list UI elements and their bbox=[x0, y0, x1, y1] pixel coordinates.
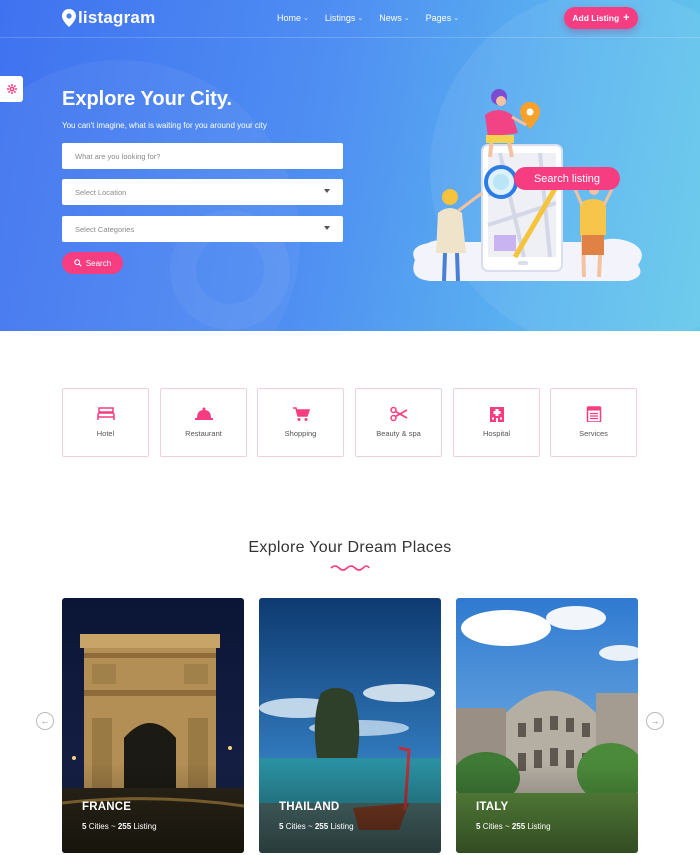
category-label: Restaurant bbox=[185, 429, 222, 438]
cloche-icon bbox=[194, 407, 213, 420]
main-menu: Home ⌄ Listings ⌄ News ⌄ Pages ⌄ bbox=[277, 13, 475, 23]
listings-label: Listing bbox=[527, 822, 551, 831]
cities-count: 5 bbox=[279, 822, 284, 831]
cities-label: Cities bbox=[285, 822, 306, 831]
place-card-thailand[interactable]: THAILAND 5 Cities ~ 255 Listing bbox=[259, 598, 441, 853]
wave-divider-icon bbox=[330, 565, 370, 571]
dropdown-arrow-icon bbox=[324, 189, 330, 193]
cities-count: 5 bbox=[82, 822, 87, 831]
search-icon bbox=[74, 259, 82, 267]
listings-label: Listing bbox=[133, 822, 157, 831]
plus-icon: + bbox=[623, 12, 630, 24]
cities-label: Cities bbox=[88, 822, 109, 831]
menu-item-label: Home bbox=[277, 13, 302, 23]
settings-toggle[interactable] bbox=[0, 76, 23, 102]
cart-icon bbox=[292, 407, 310, 421]
logo[interactable]: listagram bbox=[62, 8, 155, 28]
category-label: Beauty & spa bbox=[376, 429, 421, 438]
place-meta: 5 Cities ~ 255 Listing bbox=[476, 822, 551, 831]
gear-icon bbox=[6, 84, 17, 94]
hero-title: Explore Your City. bbox=[62, 88, 233, 110]
place-name: THAILAND bbox=[279, 801, 340, 813]
scissors-icon bbox=[389, 406, 407, 422]
menu-item-label: Pages bbox=[425, 13, 452, 23]
map-pin-icon bbox=[62, 9, 76, 27]
category-label: Services bbox=[579, 429, 608, 438]
carousel-prev-button[interactable]: ← bbox=[36, 712, 54, 730]
listings-count: 255 bbox=[314, 822, 329, 831]
add-listing-label: Add Listing bbox=[572, 13, 620, 23]
category-label: Hospital bbox=[482, 429, 511, 438]
bed-icon bbox=[96, 407, 115, 420]
search-button-label: Search bbox=[85, 258, 112, 268]
search-input-placeholder: What are you looking for? bbox=[75, 151, 161, 161]
dropdown-arrow-icon bbox=[324, 226, 330, 230]
location-select[interactable]: Select Location bbox=[62, 179, 343, 205]
clipboard-icon bbox=[586, 406, 601, 422]
hospital-icon bbox=[489, 407, 504, 422]
search-listing-badge: Search listing bbox=[514, 167, 620, 190]
separator: ~ bbox=[110, 822, 116, 831]
menu-item-pages[interactable]: Pages ⌄ bbox=[426, 13, 459, 23]
menu-item-listings[interactable]: Listings ⌄ bbox=[325, 13, 363, 23]
category-label: Shopping bbox=[284, 429, 317, 438]
menu-item-news[interactable]: News ⌄ bbox=[379, 13, 409, 23]
chevron-down-icon: ⌄ bbox=[403, 15, 410, 22]
hero-section: listagram Home ⌄ Listings ⌄ News ⌄ Pages ⌄ A… bbox=[0, 0, 700, 331]
search-button[interactable]: Search bbox=[62, 252, 123, 274]
cities-label: Cities bbox=[482, 822, 503, 831]
search-input[interactable]: What are you looking for? bbox=[62, 143, 343, 169]
listings-count: 255 bbox=[511, 822, 526, 831]
category-services[interactable]: Services bbox=[550, 388, 637, 457]
place-meta: 5 Cities ~ 255 Listing bbox=[82, 822, 157, 831]
menu-item-label: Listings bbox=[324, 13, 356, 23]
separator: ~ bbox=[504, 822, 510, 831]
hero-subtitle: You can't imagine, what is waiting for y… bbox=[62, 121, 267, 130]
place-card-italy[interactable]: ITALY 5 Cities ~ 255 Listing bbox=[456, 598, 638, 853]
section-title: Explore Your Dream Places bbox=[248, 539, 452, 556]
listings-label: Listing bbox=[330, 822, 354, 831]
category-select[interactable]: Select Categories bbox=[62, 216, 343, 242]
place-name: FRANCE bbox=[82, 801, 132, 813]
separator: ~ bbox=[307, 822, 313, 831]
arrow-right-icon: → bbox=[650, 716, 660, 726]
carousel-next-button[interactable]: → bbox=[646, 712, 664, 730]
category-shopping[interactable]: Shopping bbox=[257, 388, 344, 457]
chevron-down-icon: ⌄ bbox=[357, 15, 364, 22]
logo-text: listagram bbox=[78, 8, 156, 27]
chevron-down-icon: ⌄ bbox=[303, 15, 309, 22]
top-navigation: listagram Home ⌄ Listings ⌄ News ⌄ Pages ⌄ A… bbox=[0, 0, 700, 38]
cities-count: 5 bbox=[476, 822, 481, 831]
menu-item-home[interactable]: Home ⌄ bbox=[277, 13, 309, 23]
category-beauty-spa[interactable]: Beauty & spa bbox=[355, 388, 442, 457]
add-listing-button[interactable]: Add Listing + bbox=[564, 7, 638, 29]
category-hotel[interactable]: Hotel bbox=[62, 388, 149, 457]
category-restaurant[interactable]: Restaurant bbox=[160, 388, 247, 457]
arrow-left-icon: ← bbox=[40, 716, 50, 726]
place-meta: 5 Cities ~ 255 Listing bbox=[279, 822, 354, 831]
category-label: Hotel bbox=[96, 429, 115, 438]
location-select-placeholder: Select Location bbox=[75, 187, 127, 197]
place-card-france[interactable]: FRANCE 5 Cities ~ 255 Listing bbox=[62, 598, 244, 853]
listings-count: 255 bbox=[117, 822, 132, 831]
chevron-down-icon: ⌄ bbox=[453, 15, 460, 22]
place-name: ITALY bbox=[476, 801, 509, 813]
menu-item-label: News bbox=[379, 13, 402, 23]
category-hospital[interactable]: Hospital bbox=[453, 388, 540, 457]
category-select-placeholder: Select Categories bbox=[75, 224, 135, 234]
